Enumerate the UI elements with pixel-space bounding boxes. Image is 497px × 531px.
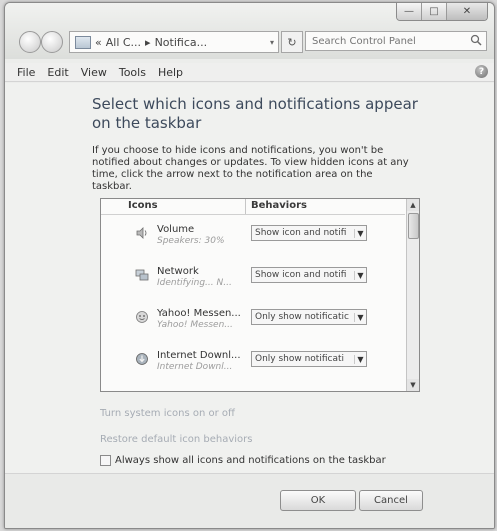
page-description: If you choose to hide icons and notifica… [92, 145, 409, 192]
scroll-up-button[interactable]: ▲ [407, 199, 419, 211]
page-title: Select which icons and notifications app… [92, 95, 418, 132]
network-icon [135, 269, 149, 281]
behavior-dropdown[interactable]: Show icon and notifi ▼ [251, 267, 367, 283]
maximize-button[interactable]: □ [422, 3, 447, 20]
behavior-dropdown[interactable]: Only show notificati ▼ [251, 351, 367, 367]
list-item: Yahoo! Messen... Yahoo! Messen... Only s… [101, 305, 405, 345]
search-icon[interactable] [470, 34, 482, 46]
close-button[interactable]: ✕ [447, 3, 487, 20]
yahoo-messenger-icon [136, 311, 148, 323]
scroll-down-button[interactable]: ▼ [407, 379, 419, 391]
refresh-button[interactable]: ↻ [281, 31, 303, 53]
row-title: Yahoo! Messen... [157, 308, 241, 319]
menu-help[interactable]: Help [152, 66, 189, 79]
row-title: Volume [157, 224, 195, 235]
always-show-label: Always show all icons and notifications … [115, 455, 386, 466]
list-item: Internet Downl... Internet Downl... Only… [101, 347, 405, 387]
behavior-value: Show icon and notifi [255, 270, 347, 280]
menu-tools[interactable]: Tools [113, 66, 152, 79]
help-icon[interactable]: ? [475, 65, 488, 78]
always-show-checkbox[interactable] [100, 455, 111, 466]
list-header: Icons Behaviors [101, 199, 405, 215]
minimize-button[interactable]: — [397, 3, 422, 20]
main-content: Select which icons and notifications app… [5, 83, 494, 473]
dialog-footer: OK Cancel [5, 473, 494, 528]
breadcrumb-notification-icons[interactable]: Notifica... [155, 36, 208, 49]
control-panel-window: — □ ✕ « All C... ▸ Notifica... ▾ ↻ F [4, 2, 495, 529]
breadcrumb-all-control-panel[interactable]: All C... [106, 36, 141, 49]
always-show-option[interactable]: Always show all icons and notifications … [100, 455, 386, 466]
breadcrumb-overflow[interactable]: « [95, 36, 102, 49]
forward-button[interactable] [41, 31, 63, 53]
row-subtitle: Identifying... N... [157, 278, 232, 288]
address-bar[interactable]: « All C... ▸ Notifica... ▾ [69, 31, 279, 53]
caption-buttons: — □ ✕ [396, 3, 488, 21]
behavior-value: Only show notificatic [255, 312, 349, 322]
vertical-scrollbar[interactable]: ▲ ▼ [406, 199, 419, 391]
behavior-value: Show icon and notifi [255, 228, 347, 238]
behavior-dropdown[interactable]: Only show notificatic ▼ [251, 309, 367, 325]
speaker-icon [136, 227, 147, 239]
row-subtitle: Internet Downl... [157, 362, 233, 372]
list-item: Volume Speakers: 30% Show icon and notif… [101, 221, 405, 261]
menu-bar: File Edit View Tools Help ? [5, 63, 494, 82]
chevron-down-icon: ▼ [354, 312, 366, 322]
chevron-down-icon: ▼ [354, 354, 366, 364]
menu-file[interactable]: File [5, 66, 41, 79]
cancel-button[interactable]: Cancel [359, 490, 423, 511]
column-header-behaviors: Behaviors [251, 200, 307, 211]
list-item: Network Identifying... N... Show icon an… [101, 263, 405, 303]
title-bar: — □ ✕ « All C... ▸ Notifica... ▾ ↻ [5, 3, 494, 59]
column-header-icons: Icons [128, 200, 158, 211]
scroll-thumb[interactable] [408, 213, 419, 239]
ok-button[interactable]: OK [280, 490, 356, 511]
search-input[interactable] [305, 31, 487, 51]
row-subtitle: Speakers: 30% [157, 236, 225, 246]
back-button[interactable] [19, 31, 41, 53]
chevron-down-icon: ▼ [354, 228, 366, 238]
control-panel-icon [75, 35, 91, 49]
internet-download-icon [136, 353, 148, 365]
restore-defaults-link[interactable]: Restore default icon behaviors [100, 434, 253, 445]
navigation-bar: « All C... ▸ Notifica... ▾ ↻ [15, 29, 490, 55]
column-divider[interactable] [245, 199, 246, 214]
menu-edit[interactable]: Edit [41, 66, 74, 79]
address-dropdown-icon[interactable]: ▾ [270, 38, 274, 47]
breadcrumb-separator: ▸ [145, 35, 151, 49]
chevron-down-icon: ▼ [354, 270, 366, 280]
row-title: Network [157, 266, 199, 277]
row-subtitle: Yahoo! Messen... [157, 320, 233, 330]
turn-system-icons-link[interactable]: Turn system icons on or off [100, 408, 235, 419]
behavior-value: Only show notificati [255, 354, 344, 364]
notification-icons-list: Icons Behaviors Volume Speakers: 30% Sho… [100, 198, 420, 392]
behavior-dropdown[interactable]: Show icon and notifi ▼ [251, 225, 367, 241]
row-title: Internet Downl... [157, 350, 241, 361]
menu-view[interactable]: View [75, 66, 113, 79]
